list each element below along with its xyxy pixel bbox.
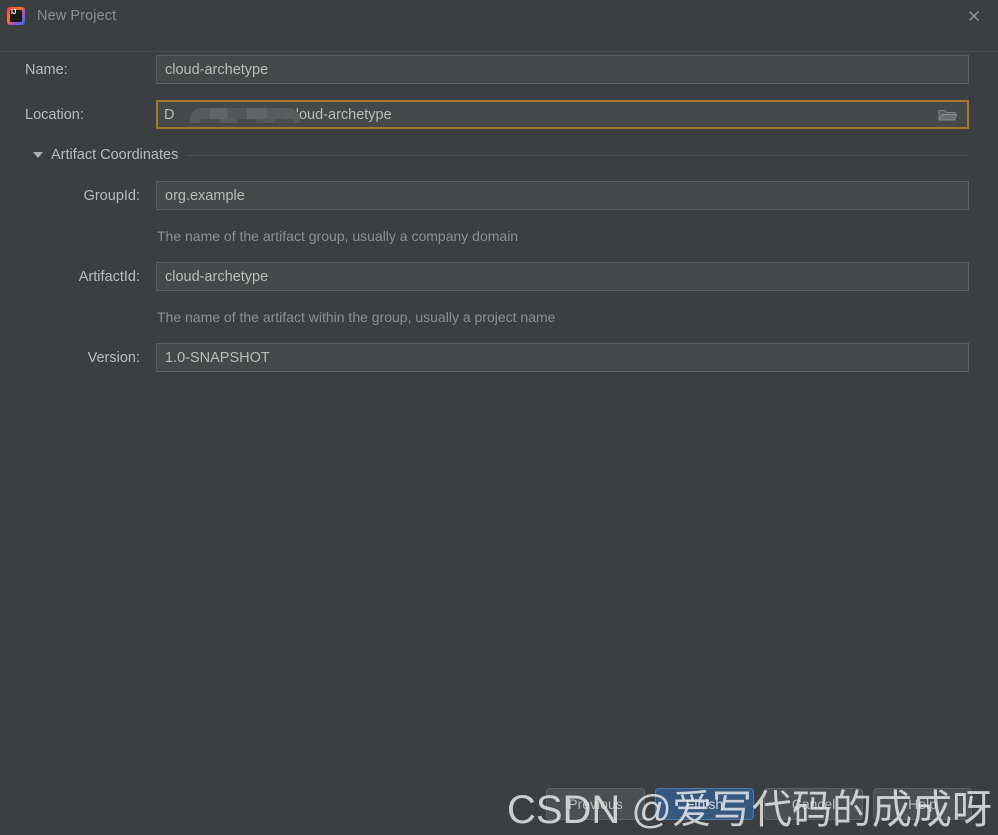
intellij-idea-logo-icon <box>7 7 25 25</box>
title-separator <box>0 51 998 52</box>
version-label: Version: <box>87 350 140 366</box>
artifact-id-input[interactable] <box>156 262 969 291</box>
group-id-label: GroupId: <box>83 188 140 204</box>
name-input[interactable] <box>156 55 969 84</box>
previous-button-label: Previous <box>568 796 623 812</box>
help-button-label: Help <box>908 796 937 812</box>
artifact-id-label: ArtifactId: <box>78 269 140 285</box>
previous-button[interactable]: Previous <box>546 788 645 820</box>
title-bar: New Project <box>0 0 998 32</box>
redaction-overlay <box>190 107 300 123</box>
name-label: Name: <box>25 62 68 78</box>
section-divider <box>188 154 969 156</box>
version-input[interactable] <box>156 343 969 372</box>
dialog-button-bar: Previous Finish Cancel Help <box>0 788 998 822</box>
group-id-row: GroupId: <box>0 181 998 211</box>
version-row: Version: <box>0 343 998 373</box>
folder-icon[interactable] <box>927 102 967 127</box>
cancel-button-label: Cancel <box>791 796 836 812</box>
cancel-button[interactable]: Cancel <box>764 788 863 820</box>
artifact-coordinates-section-header[interactable]: Artifact Coordinates <box>0 145 998 165</box>
name-row: Name: <box>0 55 998 85</box>
location-row: Location: D \cloud-archetype <box>0 100 998 130</box>
window-title: New Project <box>37 8 117 24</box>
finish-button[interactable]: Finish <box>655 788 754 820</box>
artifact-coordinates-label: Artifact Coordinates <box>51 147 179 163</box>
chevron-down-icon <box>33 152 43 158</box>
artifact-id-row: ArtifactId: <box>0 262 998 292</box>
location-value: D \cloud-archetype <box>158 107 927 123</box>
close-icon[interactable] <box>950 0 998 32</box>
artifact-id-hint: The name of the artifact within the grou… <box>157 309 556 325</box>
group-id-hint: The name of the artifact group, usually … <box>157 228 519 244</box>
finish-button-label: Finish <box>685 796 724 812</box>
help-button[interactable]: Help <box>873 788 972 820</box>
group-id-input[interactable] <box>156 181 969 210</box>
location-value-suffix: \cloud-archetype <box>284 106 392 123</box>
location-label: Location: <box>25 107 84 123</box>
location-input[interactable]: D \cloud-archetype <box>156 100 969 129</box>
location-value-prefix: D <box>164 106 175 123</box>
